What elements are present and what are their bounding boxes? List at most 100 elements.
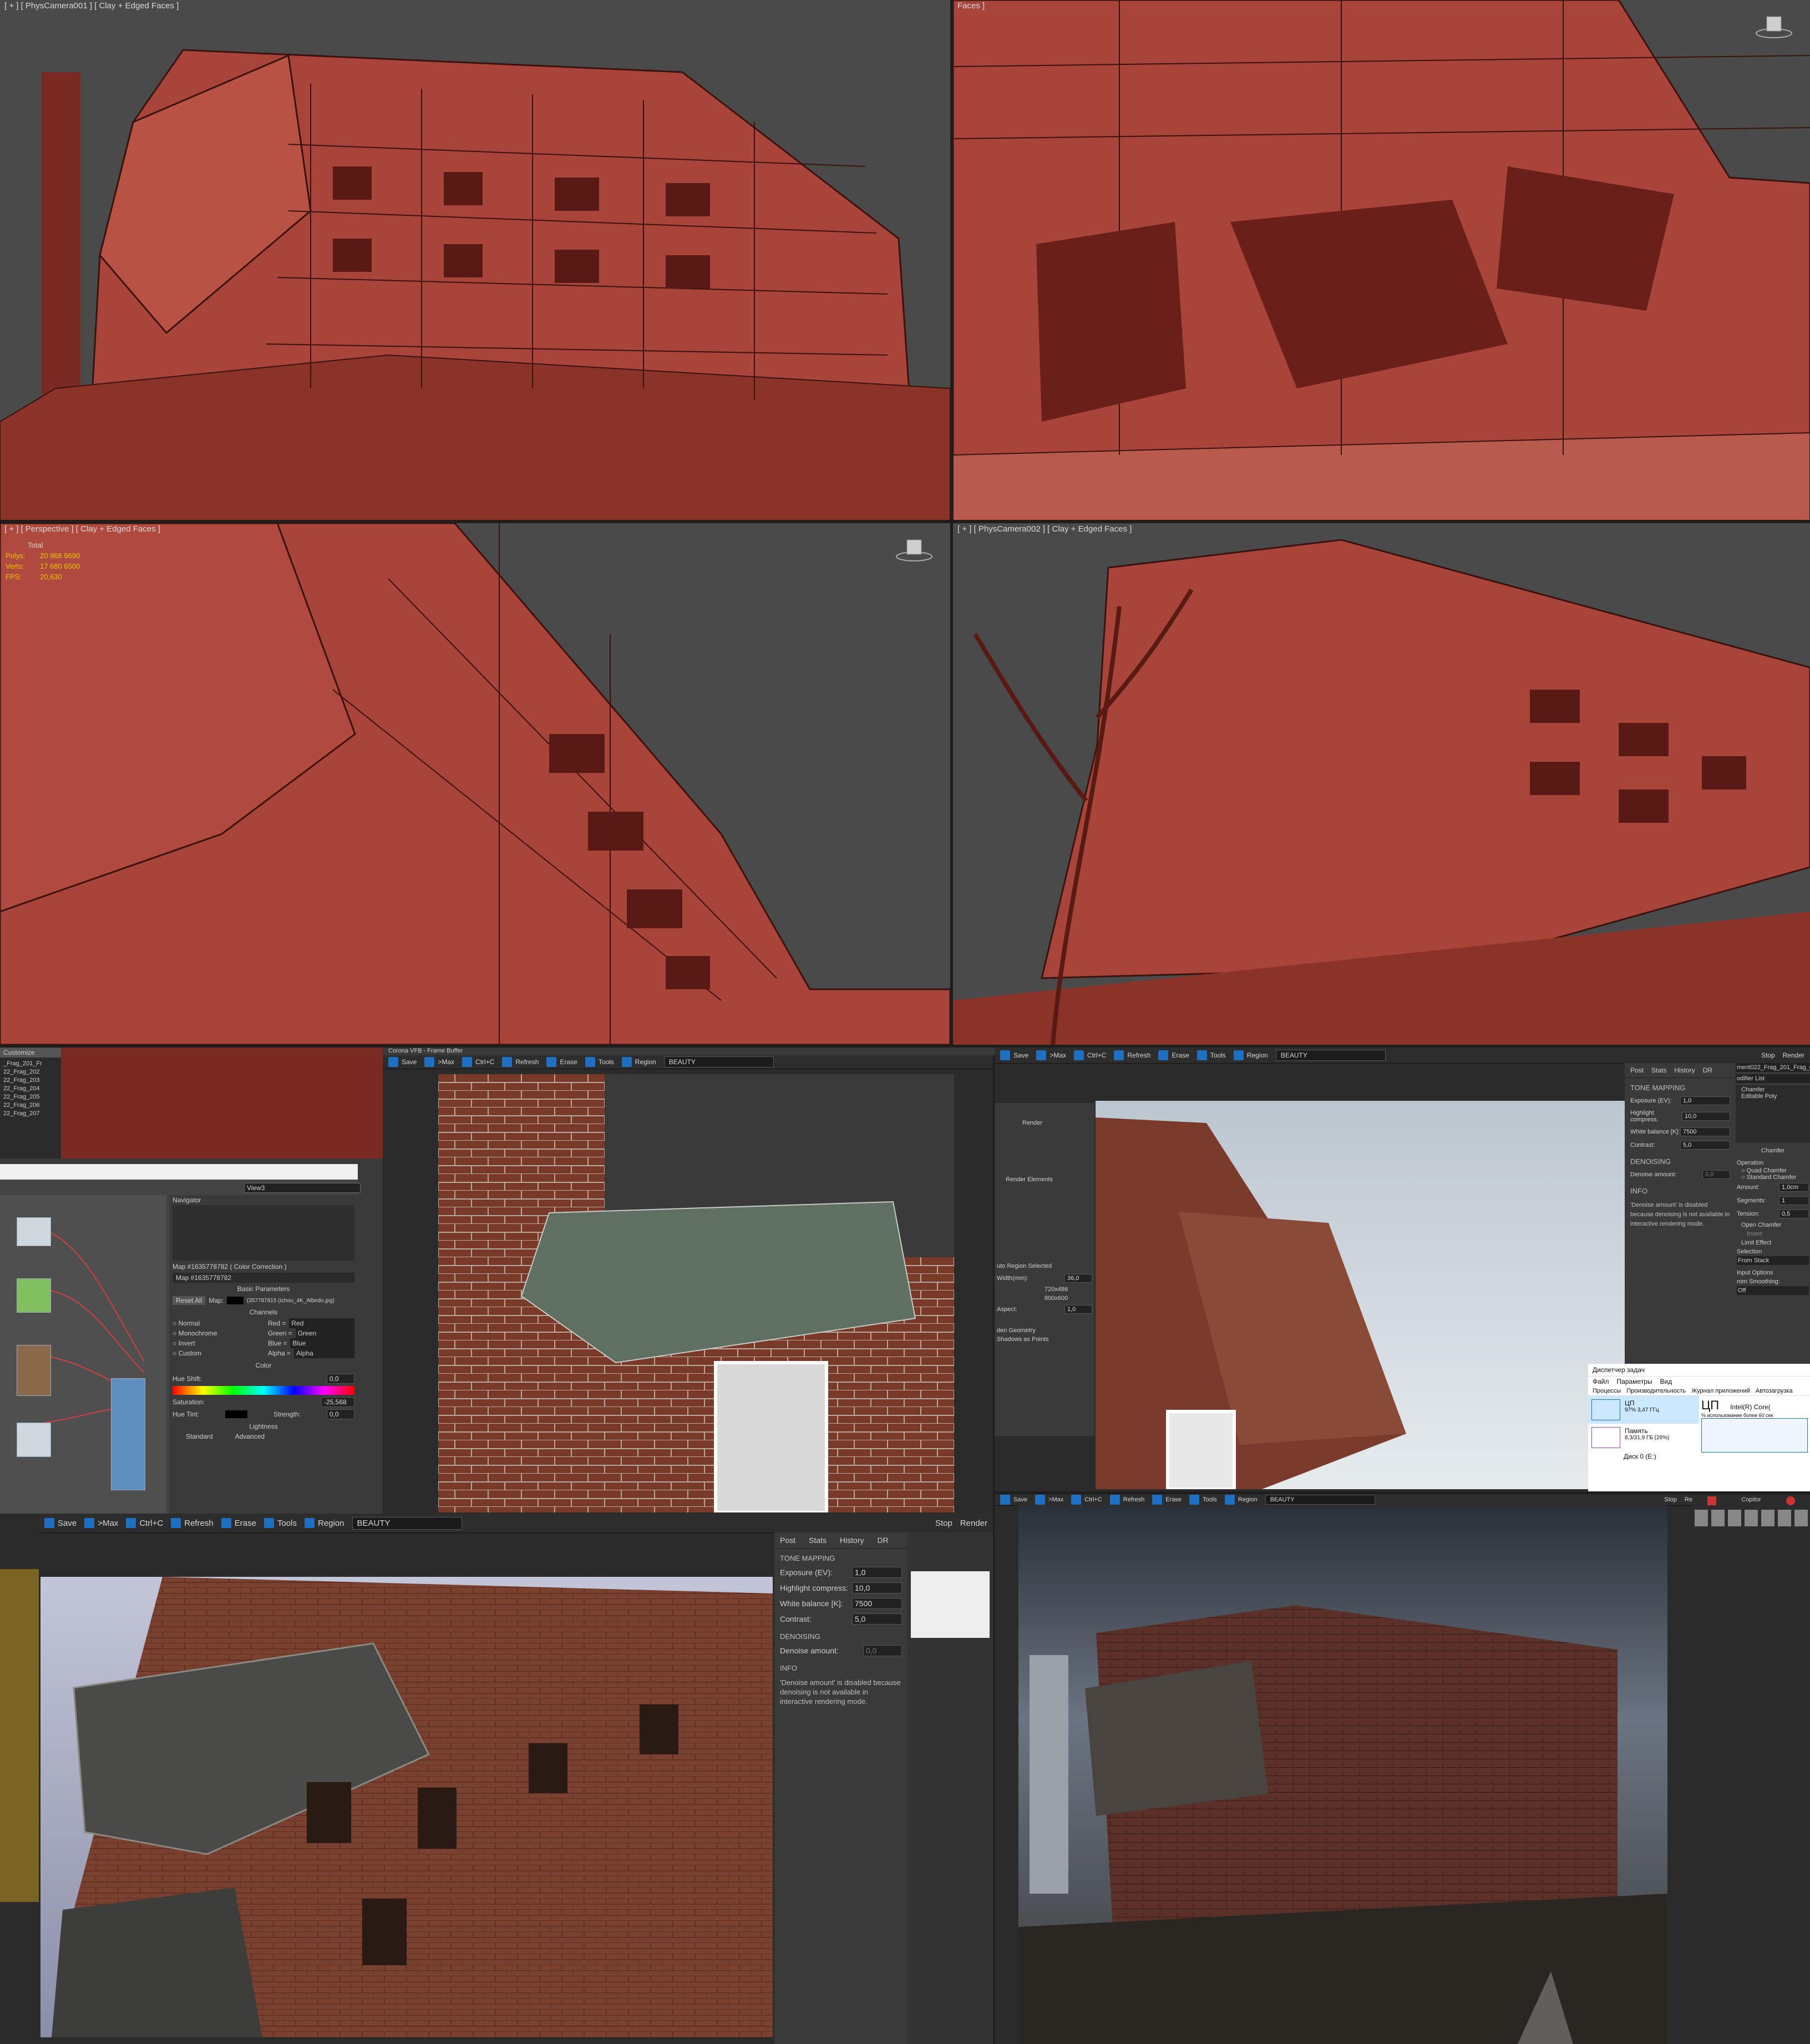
tone-param-field[interactable]: 5,0 xyxy=(852,1613,902,1625)
save-button[interactable]: Save xyxy=(1000,1050,1028,1060)
scene-object-item[interactable]: 22_Frag_203 xyxy=(3,1076,58,1085)
preset-size-1[interactable]: 720x486 xyxy=(995,1285,1094,1294)
render-pass-dropdown[interactable]: BEAUTY xyxy=(663,1056,774,1067)
task-manager-tabs[interactable]: Процессы Производительность Журнал приложе… xyxy=(1588,1387,1810,1396)
scene-object-item[interactable]: 22_Frag_207 xyxy=(3,1110,58,1118)
tone-param-field[interactable]: 1,0 xyxy=(852,1567,902,1578)
channel-mode-radio[interactable]: ○ Monochrome xyxy=(173,1328,261,1338)
corona-vfb-bottom-right[interactable]: Save >Max Ctrl+C Refresh Erase Tools Region BEA… xyxy=(995,1494,1810,2044)
tone-param-field[interactable]: 7500 xyxy=(1680,1127,1730,1136)
task-manager-menu-item[interactable]: Вид xyxy=(1660,1378,1672,1385)
erase-button[interactable]: Erase xyxy=(221,1518,256,1528)
material-node[interactable] xyxy=(17,1278,51,1313)
tone-mapping-params[interactable]: Exposure (EV): 1,0 Highlight compress: 10,0… xyxy=(774,1565,907,1627)
corona-material-node[interactable] xyxy=(111,1378,145,1490)
width-field[interactable]: 36,0 xyxy=(1064,1274,1092,1283)
channel-map-dropdown[interactable]: Blue xyxy=(290,1338,354,1348)
render-pass-dropdown[interactable]: BEAUTY xyxy=(1275,1050,1386,1061)
copitor-label[interactable]: Copitor xyxy=(1741,1496,1761,1505)
vfb-post-panel[interactable]: Post Stats History DR TONE MAPPING Exposure… xyxy=(1625,1063,1736,1407)
material-node[interactable] xyxy=(17,1217,51,1246)
render-button[interactable]: Render xyxy=(1783,1051,1804,1059)
scene-explorer[interactable]: Customize _Frag_201_Fr 22_Frag_202 22_Frag… xyxy=(0,1048,61,1158)
node-canvas[interactable] xyxy=(0,1195,166,1514)
vfb-tabs[interactable]: Post Stats History DR xyxy=(774,1532,907,1549)
basic-parameters-rollout[interactable]: Basic Parameters xyxy=(169,1283,358,1295)
preset-size-2[interactable]: 800x600 xyxy=(995,1294,1094,1303)
tone-mapping-params[interactable]: Exposure (EV): 1,0 Highlight compress: 10,0… xyxy=(1625,1094,1736,1152)
hue-tint-swatch[interactable] xyxy=(225,1410,248,1418)
save-button[interactable]: Save xyxy=(1000,1495,1027,1505)
selection-dropdown[interactable]: From Stack xyxy=(1737,1256,1809,1265)
channel-mode-radio[interactable]: ○ Custom xyxy=(173,1348,261,1358)
map-file-button[interactable]: (357787815 (Ichou_4K_Albedo.jpg) xyxy=(247,1298,334,1304)
tab-post[interactable]: Post xyxy=(780,1536,795,1545)
viewport-label[interactable]: [ + ] [ Perspective ] [ Clay + Edged Fac… xyxy=(4,524,160,534)
modifier-list-dropdown[interactable]: odifier List xyxy=(1736,1074,1810,1083)
render-button[interactable]: Render xyxy=(960,1519,987,1528)
parameter-editor[interactable]: Navigator Map #1635778782 ( Color Correc… xyxy=(169,1195,358,1514)
viewcube-icon[interactable] xyxy=(895,534,934,562)
toolbar-icon-row[interactable] xyxy=(1695,1510,1808,1526)
refresh-button[interactable]: Refresh xyxy=(171,1518,214,1528)
channel-mode-radio[interactable]: ○ Normal xyxy=(173,1318,261,1328)
map-name-field[interactable]: Map #1635778782 xyxy=(173,1273,354,1283)
channel-map-dropdown[interactable]: Alpha xyxy=(294,1348,354,1358)
viewport-top-right[interactable]: Faces ] xyxy=(953,0,1810,520)
max-button[interactable]: >Max xyxy=(1036,1050,1066,1060)
smoothing-dropdown[interactable]: Off xyxy=(1737,1286,1809,1295)
viewport-label[interactable]: Faces ] xyxy=(957,1,985,11)
material-node[interactable] xyxy=(17,1423,51,1457)
task-manager-menu[interactable]: Файл Параметры Вид xyxy=(1588,1377,1810,1387)
view-selector[interactable]: View3 xyxy=(244,1183,361,1193)
reset-all-button[interactable]: Reset All xyxy=(173,1296,206,1305)
lightness-standard-radio[interactable]: Standard xyxy=(186,1433,213,1440)
chamfer-rollout[interactable]: Chamfer xyxy=(1736,1143,1810,1158)
render-pass-dropdown[interactable]: BEAUTY xyxy=(1265,1495,1375,1505)
operation-radio[interactable]: ○ Standard Chamfer xyxy=(1741,1174,1804,1181)
bitmap-node[interactable] xyxy=(17,1345,51,1396)
viewport-perspective[interactable]: [ + ] [ Perspective ] [ Clay + Edged Fac… xyxy=(0,523,950,1045)
scene-object-item[interactable]: 22_Frag_204 xyxy=(3,1085,58,1093)
shadows-as-points-checkbox[interactable]: Shadows as Points xyxy=(995,1335,1094,1344)
channel-map-dropdown[interactable]: Red xyxy=(289,1318,354,1328)
viewport-physcamera001[interactable]: [ + ] [ PhysCamera001 ] [ Clay + Edged F… xyxy=(0,0,950,520)
modifier-stack[interactable]: Chamfer Editable Poly xyxy=(1736,1085,1810,1143)
corona-vfb-interactive[interactable]: Corona VFB - Frame Buffer Save >Max Ctrl+C… xyxy=(383,1048,998,1514)
tools-button[interactable]: Tools xyxy=(1189,1495,1217,1505)
navigator-preview[interactable] xyxy=(173,1205,354,1261)
tone-param-field[interactable]: 1,0 xyxy=(1680,1096,1730,1105)
operation-radio[interactable]: ○ Quad Chamfer xyxy=(1741,1167,1804,1174)
slate-material-editor[interactable]: View3 Navigator Map #1635778782 ( Color … xyxy=(0,1164,361,1514)
tools-button[interactable]: Tools xyxy=(1196,1050,1226,1060)
modifier-stack-item[interactable]: Editable Poly xyxy=(1741,1093,1804,1100)
save-button[interactable]: Save xyxy=(44,1518,77,1528)
command-panel-sliver[interactable]: Copitor xyxy=(1692,1494,1810,2044)
refresh-button[interactable]: Refresh xyxy=(502,1057,539,1067)
tone-param-field[interactable]: 7500 xyxy=(852,1598,902,1609)
channel-mode-radios[interactable]: ○ Normal ○ Monochrome ○ Invert ○ Custom xyxy=(169,1318,265,1358)
scene-object-item[interactable]: 22_Frag_202 xyxy=(3,1068,58,1076)
render-elements-tab[interactable]: Render Elements xyxy=(995,1143,1094,1185)
lightness-advanced-radio[interactable]: Advanced xyxy=(235,1433,265,1440)
erase-button[interactable]: Erase xyxy=(1152,1495,1182,1505)
region-button[interactable]: Region xyxy=(621,1057,656,1067)
denoise-amount-field[interactable]: 0,0 xyxy=(1702,1170,1730,1179)
channel-mapping[interactable]: Red = Red Green = Green Blue = Blue Alpha = Alp… xyxy=(265,1318,358,1358)
hue-shift-field[interactable]: 0,0 xyxy=(327,1374,354,1384)
strength-field[interactable]: 0,0 xyxy=(326,1409,354,1419)
render-button[interactable]: Render xyxy=(995,1103,1094,1143)
scene-object-list[interactable]: _Frag_201_Fr 22_Frag_202 22_Frag_203 22_Fra… xyxy=(0,1058,61,1120)
viewport-physcamera002[interactable]: [ + ] [ PhysCamera002 ] [ Clay + Edged F… xyxy=(953,523,1810,1045)
tone-param-field[interactable]: 10,0 xyxy=(1681,1112,1730,1121)
amount-field[interactable]: 1,0cm xyxy=(1779,1183,1809,1192)
render-setup-dialog[interactable]: Render Render Elements uto Region Select… xyxy=(995,1103,1094,1436)
hidden-geometry-checkbox[interactable]: den Geometry xyxy=(995,1316,1094,1335)
refresh-button[interactable]: Refresh xyxy=(1109,1495,1144,1505)
ctrlc-button[interactable]: Ctrl+C xyxy=(462,1057,494,1067)
max-button[interactable]: >Max xyxy=(84,1518,118,1528)
ctrlc-button[interactable]: Ctrl+C xyxy=(126,1518,163,1528)
tools-button[interactable]: Tools xyxy=(263,1518,297,1528)
vfb-post-panel[interactable]: Post Stats History DR TONE MAPPING Exposure… xyxy=(774,1532,907,2044)
scene-object-item[interactable]: _Frag_201_Fr xyxy=(3,1060,58,1068)
